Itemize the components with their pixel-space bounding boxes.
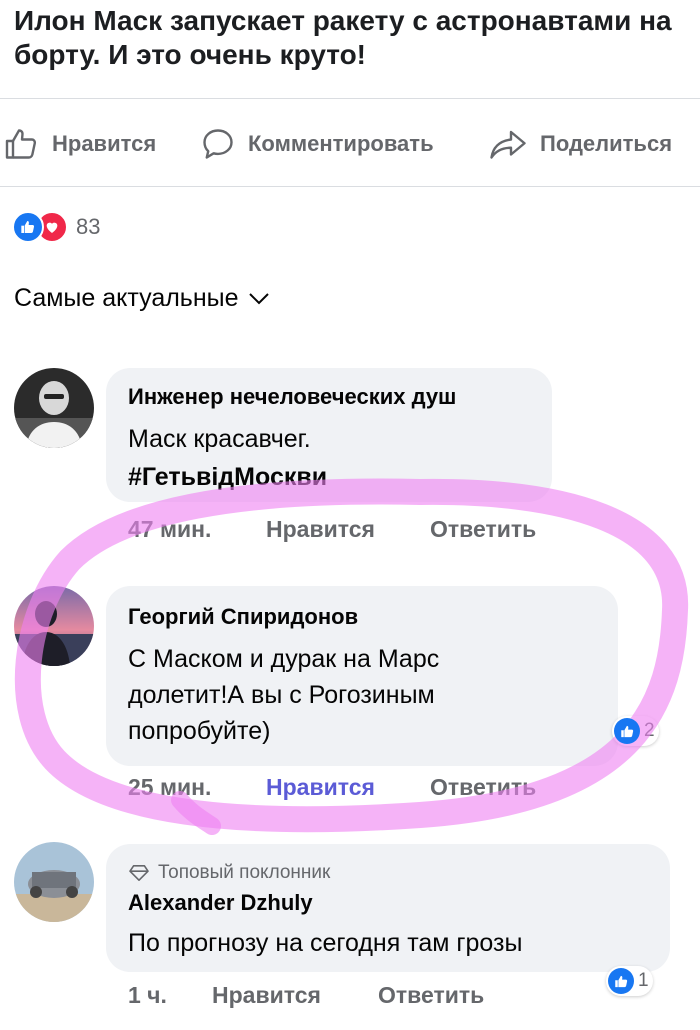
comment-text: Маск красавчег. bbox=[128, 425, 311, 453]
reaction-count-value: 1 bbox=[638, 970, 649, 991]
comment-reply-button[interactable]: Ответить bbox=[430, 516, 536, 543]
like-reaction-icon bbox=[614, 718, 640, 744]
comment-like-button[interactable]: Нравится bbox=[266, 774, 375, 801]
comment-bubble: Инженер нечеловеческих душ Маск красавче… bbox=[106, 368, 552, 502]
top-fan-badge: Топовый поклонник bbox=[128, 862, 330, 884]
share-button[interactable]: Поделиться bbox=[488, 124, 672, 164]
like-reaction-icon bbox=[608, 968, 634, 994]
comment-reply-button[interactable]: Ответить bbox=[378, 982, 484, 1009]
like-reaction-icon bbox=[12, 211, 44, 243]
thumbs-up-icon bbox=[5, 129, 37, 159]
hashtag-link[interactable]: #ГетьвідМоскви bbox=[128, 458, 327, 496]
avatar[interactable] bbox=[14, 842, 94, 922]
comment-reaction-count[interactable]: 1 bbox=[606, 966, 653, 996]
comment-author[interactable]: Alexander Dzhuly bbox=[128, 890, 313, 916]
share-button-label: Поделиться bbox=[540, 131, 673, 156]
comment-text: долетит!А вы с Рогозиным bbox=[128, 681, 435, 709]
comment-author[interactable]: Георгий Спиридонов bbox=[128, 604, 358, 630]
post-action-bar: Нравится Комментировать Поделиться bbox=[0, 104, 700, 184]
actions-divider bbox=[0, 186, 700, 187]
comment-bubble: Топовый поклонник Alexander Dzhuly По пр… bbox=[106, 844, 670, 972]
avatar[interactable] bbox=[14, 586, 94, 666]
like-button-label: Нравится bbox=[52, 131, 157, 156]
comment-text: По прогнозу на сегодня там грозы bbox=[128, 929, 523, 957]
comment-time[interactable]: 47 мин. bbox=[128, 516, 211, 543]
comment-icon bbox=[203, 129, 233, 159]
like-button[interactable]: Нравится bbox=[4, 124, 156, 164]
comment-reply-button[interactable]: Ответить bbox=[430, 774, 536, 801]
chevron-down-icon bbox=[248, 292, 269, 304]
comment-button-label: Комментировать bbox=[248, 131, 434, 156]
comment-text: С Маском и дурак на Марс bbox=[128, 645, 440, 673]
share-icon bbox=[490, 130, 526, 159]
comment-like-button[interactable]: Нравится bbox=[266, 516, 375, 543]
comment-time[interactable]: 25 мин. bbox=[128, 774, 211, 801]
badge-label: Топовый поклонник bbox=[158, 862, 331, 883]
sort-label: Самые актуальные bbox=[14, 284, 239, 312]
title-divider bbox=[0, 98, 700, 99]
comment-time[interactable]: 1 ч. bbox=[128, 982, 167, 1009]
comment-like-button[interactable]: Нравится bbox=[212, 982, 321, 1009]
reaction-count: 83 bbox=[76, 214, 101, 239]
avatar[interactable] bbox=[14, 368, 94, 448]
reaction-count-value: 2 bbox=[644, 720, 655, 741]
comment-bubble: Георгий Спиридонов С Маском и дурак на М… bbox=[106, 586, 618, 766]
comment-text: попробуйте) bbox=[128, 717, 271, 745]
comment-author[interactable]: Инженер нечеловеческих душ bbox=[128, 384, 456, 410]
comment-button[interactable]: Комментировать bbox=[200, 124, 434, 164]
reactions-summary[interactable]: 83 bbox=[12, 210, 100, 244]
comment-reaction-count[interactable]: 2 bbox=[612, 716, 659, 746]
diamond-icon bbox=[129, 864, 149, 882]
comment-sort-dropdown[interactable]: Самые актуальные bbox=[14, 284, 271, 313]
post-title: Илон Маск запускает ракету с астронавтам… bbox=[14, 5, 672, 70]
